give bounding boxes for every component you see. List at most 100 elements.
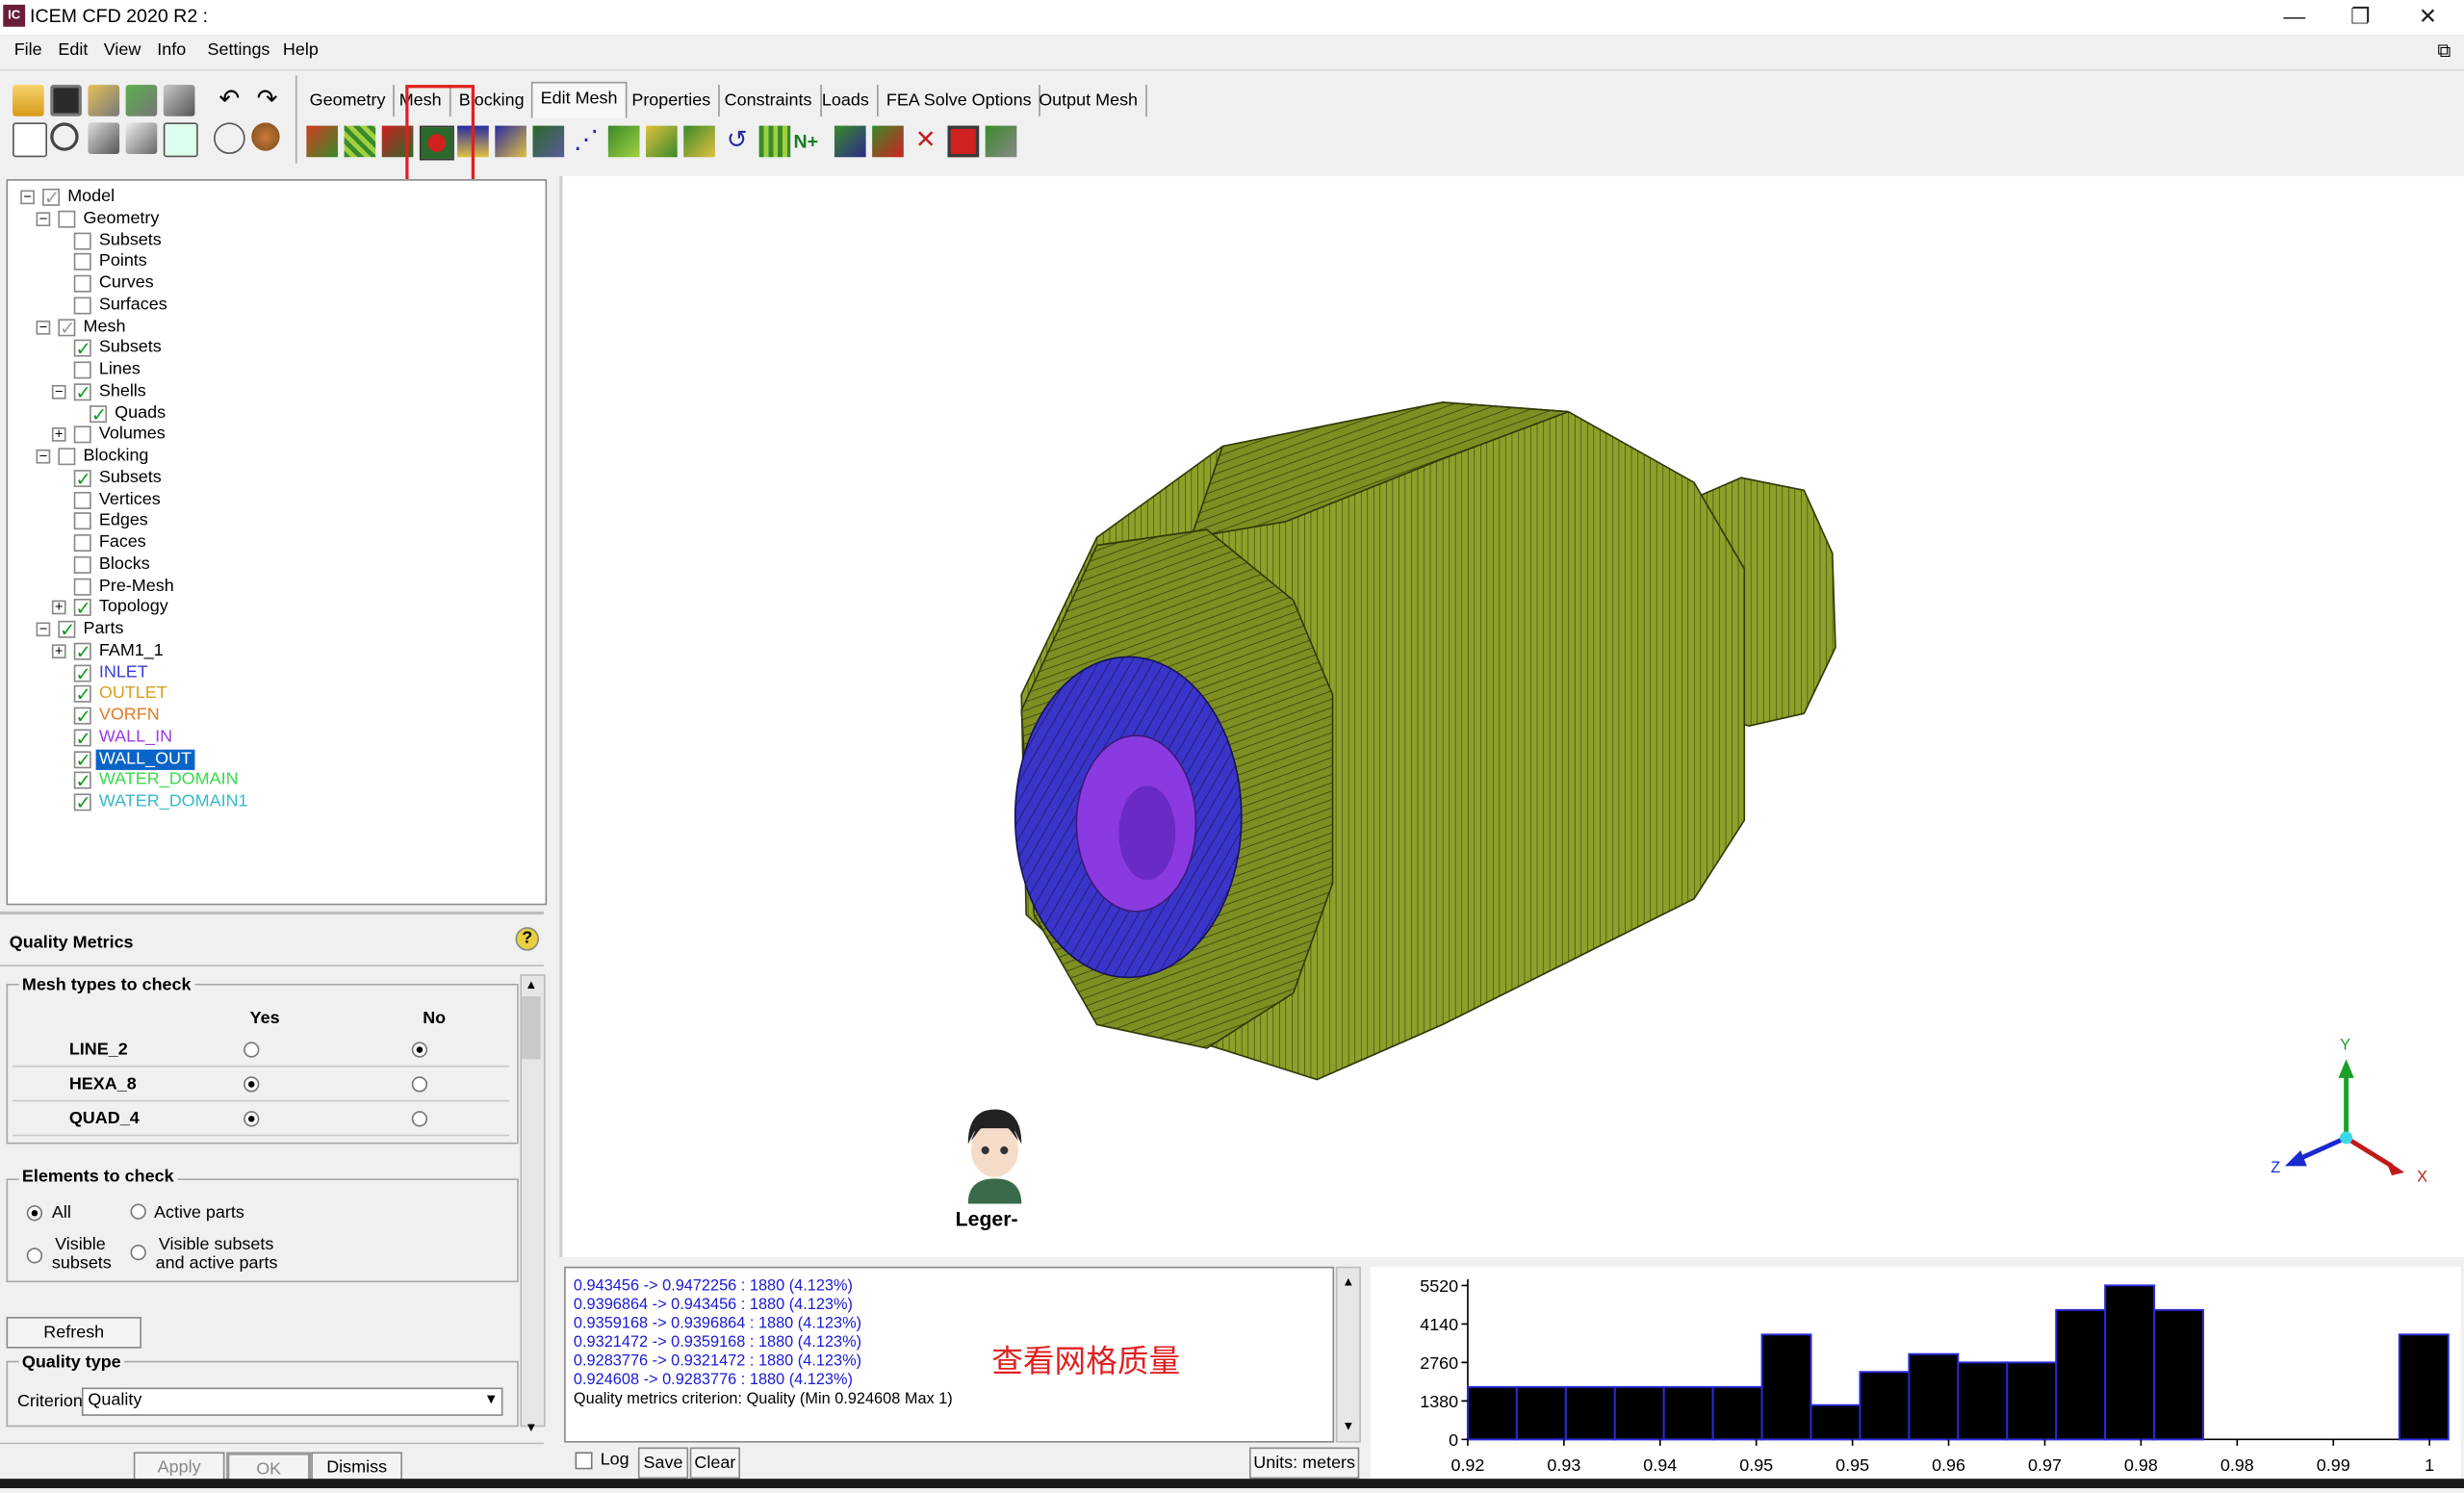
save-log-button[interactable]: Save <box>637 1447 689 1480</box>
scroll-down-icon[interactable]: ▼ <box>1342 1419 1354 1433</box>
tree-item-label[interactable]: Topology <box>99 598 168 618</box>
tree-item-label[interactable]: Lines <box>99 360 141 380</box>
expand-toggle-icon[interactable]: + <box>51 427 66 443</box>
wireframe-icon[interactable] <box>214 122 245 154</box>
visible-subsets-radio[interactable] <box>26 1248 43 1264</box>
tree-item-label[interactable]: Points <box>99 252 147 272</box>
tab-fea-solve-options[interactable]: FEA Solve Options <box>879 85 1041 116</box>
tree-checkbox[interactable] <box>73 296 91 315</box>
menu-edit[interactable]: Edit <box>58 40 88 60</box>
solid-icon[interactable] <box>251 122 280 151</box>
message-window[interactable]: 0.943456 -> 0.9472256 : 1880 (4.123%) 0.9… <box>564 1266 1335 1443</box>
tree-checkbox[interactable] <box>58 448 76 466</box>
reorient-mesh-icon[interactable] <box>872 125 904 158</box>
tab-edit-mesh[interactable]: Edit Mesh <box>530 81 628 118</box>
tab-geometry[interactable]: Geometry <box>301 85 396 116</box>
tree-checkbox[interactable]: ✓ <box>73 751 91 769</box>
tree-checkbox[interactable]: ✓ <box>58 621 75 639</box>
merge-nodes-icon[interactable]: ⋰ <box>571 126 603 158</box>
tree-item-label[interactable]: Volumes <box>99 425 166 445</box>
yes-radio[interactable] <box>244 1111 260 1127</box>
open-icon[interactable] <box>13 85 44 116</box>
tab-properties[interactable]: Properties <box>624 85 721 116</box>
tree-checkbox[interactable]: ✓ <box>73 707 91 726</box>
expand-toggle-icon[interactable]: − <box>36 622 51 637</box>
split-mesh-icon[interactable] <box>607 125 640 158</box>
tree-checkbox[interactable] <box>73 253 91 271</box>
tree-item-label[interactable]: Vertices <box>99 490 161 510</box>
active-parts-radio[interactable] <box>130 1203 146 1220</box>
tree-item-label[interactable]: WALL_IN <box>99 727 172 747</box>
all-radio[interactable] <box>26 1205 43 1222</box>
open-mesh-icon[interactable] <box>125 85 158 116</box>
distance-icon[interactable] <box>125 122 158 154</box>
tab-constraints[interactable]: Constraints <box>717 85 822 116</box>
log-checkbox[interactable] <box>575 1452 593 1470</box>
tab-output-mesh[interactable]: Output Mesh <box>1031 85 1147 116</box>
tree-item-label[interactable]: WATER_DOMAIN1 <box>99 792 248 812</box>
tree-checkbox[interactable]: ✓ <box>73 793 91 812</box>
open-blocking-icon[interactable] <box>163 85 195 116</box>
tree-checkbox[interactable]: ✓ <box>73 599 91 618</box>
tree-checkbox[interactable]: ✓ <box>73 663 91 682</box>
tree-checkbox[interactable] <box>73 491 91 509</box>
menu-settings[interactable]: Settings <box>208 40 270 60</box>
smooth-hexa-icon[interactable] <box>495 125 526 158</box>
help-icon[interactable]: ? <box>515 927 540 951</box>
tree-item-label[interactable]: FAM1_1 <box>99 641 164 661</box>
menu-file[interactable]: File <box>14 40 42 60</box>
tree-checkbox[interactable] <box>73 534 91 553</box>
float-window-icon[interactable]: ⧉ <box>2437 39 2451 63</box>
expand-toggle-icon[interactable]: − <box>51 384 66 399</box>
tree-item-label[interactable]: Pre-Mesh <box>99 576 174 596</box>
adjust-density-icon[interactable] <box>758 125 791 158</box>
clear-log-button[interactable]: Clear <box>689 1447 741 1480</box>
refresh-histogram-button[interactable]: Refresh Histogram <box>6 1317 141 1371</box>
no-radio[interactable] <box>411 1042 428 1058</box>
tree-checkbox[interactable]: ✓ <box>73 729 91 748</box>
tree-checkbox[interactable] <box>73 274 91 293</box>
scroll-down-icon[interactable]: ▼ <box>525 1421 537 1435</box>
zoom-icon[interactable] <box>50 122 79 151</box>
tab-loads[interactable]: Loads <box>814 85 879 116</box>
tree-item-label[interactable]: Subsets <box>99 468 162 488</box>
tree-checkbox[interactable] <box>73 361 91 379</box>
expand-toggle-icon[interactable]: − <box>36 319 51 334</box>
fit-window-icon[interactable] <box>13 122 47 158</box>
expand-toggle-icon[interactable]: − <box>36 211 51 226</box>
tree-item-label[interactable]: INLET <box>99 662 148 682</box>
transform-mesh-icon[interactable] <box>683 125 715 158</box>
tree-checkbox[interactable]: ✓ <box>73 469 91 488</box>
tree-item-label[interactable]: Mesh <box>84 317 126 337</box>
tree-item-label[interactable]: Quads <box>115 403 166 424</box>
no-radio[interactable] <box>411 1076 428 1093</box>
minimize-button[interactable]: — <box>2263 0 2325 35</box>
close-button[interactable]: ✕ <box>2397 0 2459 35</box>
delete-elements-icon[interactable] <box>947 125 980 158</box>
menu-view[interactable]: View <box>104 40 141 60</box>
tree-checkbox[interactable] <box>73 425 91 444</box>
tree-item-label[interactable]: Faces <box>99 532 146 553</box>
tree-item-label[interactable]: VORFN <box>99 706 160 726</box>
move-nodes-icon[interactable] <box>646 125 678 158</box>
message-scrollbar[interactable]: ▲ ▼ <box>1335 1266 1361 1443</box>
assign-mesh-icon[interactable] <box>834 125 866 158</box>
tree-checkbox[interactable] <box>73 512 91 530</box>
tree-item-label[interactable]: Subsets <box>99 338 162 358</box>
tree-checkbox[interactable] <box>73 231 91 249</box>
redo-icon[interactable]: ↷ <box>251 85 283 116</box>
tree-checkbox[interactable]: ✓ <box>73 771 91 791</box>
tree-checkbox[interactable] <box>73 577 91 595</box>
menu-info[interactable]: Info <box>157 40 186 60</box>
menu-help[interactable]: Help <box>283 40 319 60</box>
renumber-icon[interactable]: N+ <box>794 126 826 158</box>
tree-item-label[interactable]: WATER_DOMAIN <box>99 770 239 790</box>
measure-icon[interactable] <box>88 122 120 154</box>
tree-item-label[interactable]: Edges <box>99 511 148 531</box>
create-mesh-icon[interactable] <box>306 125 339 158</box>
quality-histogram[interactable]: 0 1380 2760 4140 5520 0.92 0.93 0.94 0.95 0.95 0.9… <box>1370 1266 2461 1480</box>
expand-toggle-icon[interactable]: − <box>36 449 51 464</box>
tree-item-label[interactable]: Subsets <box>99 230 162 250</box>
yes-radio[interactable] <box>244 1042 260 1058</box>
open-geometry-icon[interactable] <box>88 85 120 116</box>
